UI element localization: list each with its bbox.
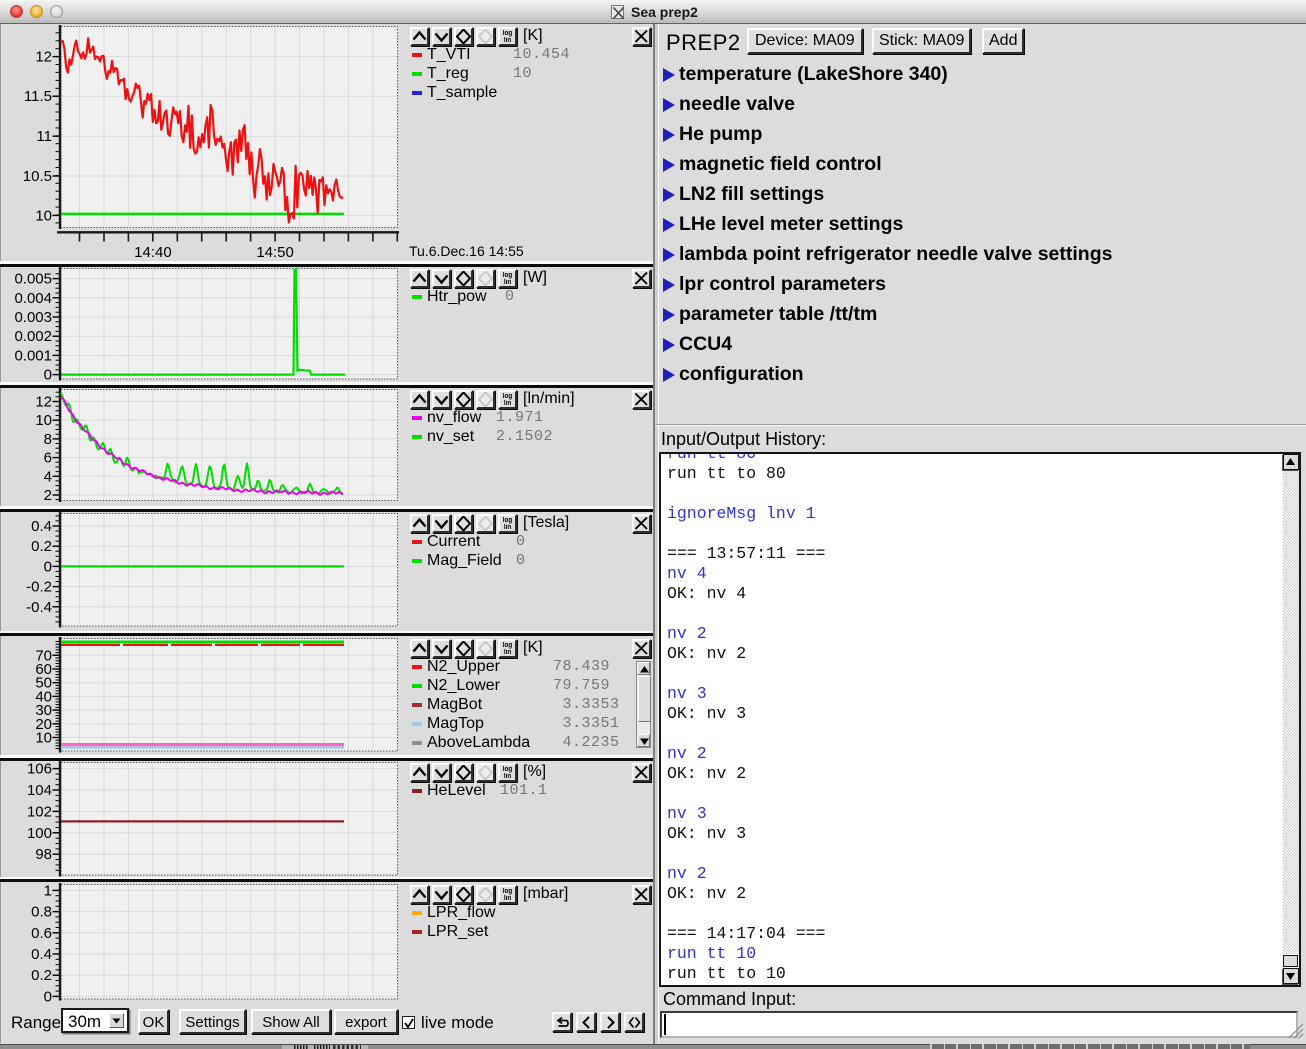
svg-text:2: 2 [44,487,52,504]
svg-text:0.004: 0.004 [14,290,52,307]
svg-text:11: 11 [36,128,52,145]
svg-text:10: 10 [35,412,52,429]
svg-text:6: 6 [44,450,52,467]
svg-text:0.2: 0.2 [31,538,52,555]
svg-text:0.4: 0.4 [31,946,52,963]
svg-text:14:40: 14:40 [134,244,172,261]
svg-text:0.6: 0.6 [31,925,52,942]
svg-text:0.001: 0.001 [14,347,52,364]
svg-text:0.002: 0.002 [14,328,52,345]
svg-text:1: 1 [44,882,52,899]
svg-text:0.4: 0.4 [31,518,52,535]
svg-text:8: 8 [44,431,52,448]
svg-text:10: 10 [35,730,52,747]
svg-text:0.2: 0.2 [31,967,52,984]
svg-text:0: 0 [44,558,52,575]
svg-text:106: 106 [27,761,52,778]
svg-text:4: 4 [44,468,52,485]
svg-text:12: 12 [35,49,52,66]
svg-text:0.005: 0.005 [14,271,52,288]
svg-text:98: 98 [35,846,52,863]
svg-text:14:50: 14:50 [256,244,294,261]
svg-text:-0.2: -0.2 [26,579,52,596]
svg-text:0: 0 [44,988,52,1005]
svg-text:-0.4: -0.4 [26,599,52,616]
svg-text:102: 102 [27,803,52,820]
svg-text:0.8: 0.8 [31,904,52,921]
svg-text:12: 12 [35,394,52,411]
svg-text:10: 10 [35,207,52,224]
svg-text:100: 100 [27,825,52,842]
svg-text:11.5: 11.5 [24,88,52,105]
svg-text:0.003: 0.003 [14,309,52,326]
svg-text:10.5: 10.5 [23,168,52,185]
svg-text:104: 104 [27,782,52,799]
